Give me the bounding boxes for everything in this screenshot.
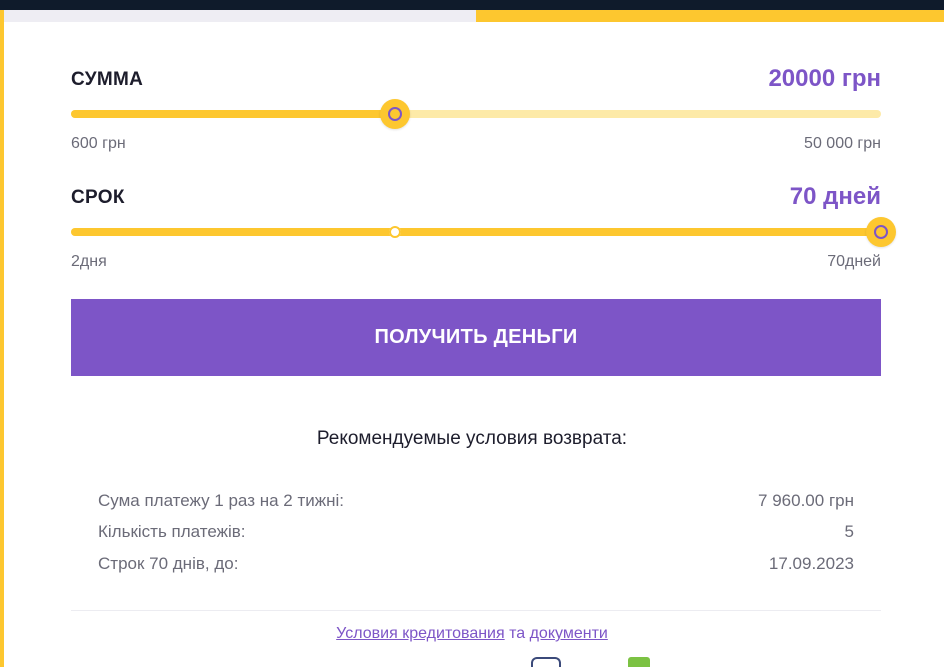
recommended-terms-title: Рекомендуемые условия возврата: [316, 428, 628, 449]
header-strip-left [0, 10, 476, 22]
get-money-button[interactable]: ПОЛУЧИТЬ ДЕНЬГИ [71, 299, 881, 376]
term-row-due-date: Строк 70 днів, до: 17.09.2023 [98, 554, 854, 578]
term-row-key: Сума платежу 1 раз на 2 тижні: [98, 491, 345, 510]
term-row-payment: Сума платежу 1 раз на 2 тижні: 7 960.00 … [98, 491, 854, 515]
term-min-label: 2дня [71, 253, 107, 270]
term-row-key: Кількість платежів: [98, 522, 246, 541]
amount-max-label: 50 000 грн [804, 135, 881, 152]
documents-link[interactable]: документи [530, 625, 608, 642]
term-row-count: Кількість платежів: 5 [98, 522, 854, 546]
credit-terms-link[interactable]: Условия кредитования [336, 625, 504, 642]
amount-slider-thumb[interactable] [380, 99, 410, 129]
amount-slider[interactable] [71, 99, 881, 129]
term-slider[interactable] [71, 217, 896, 247]
term-max-label: 70дней [827, 253, 881, 270]
term-row-value: 17.09.2023 [768, 554, 854, 573]
term-label: СРОК [71, 187, 125, 208]
term-row-key: Строк 70 днів, до: [98, 554, 239, 573]
term-row-value: 5 [844, 522, 854, 541]
footer-divider [71, 610, 881, 611]
amount-value: 20000 грн [768, 65, 881, 92]
term-slider-tick [389, 226, 401, 238]
header-bar [0, 0, 944, 10]
payment-badge-icon [628, 657, 650, 667]
security-badge-icon [531, 657, 561, 667]
footer-connector: та [504, 625, 530, 642]
term-row-value: 7 960.00 грн [758, 491, 854, 510]
term-slider-fill [71, 228, 881, 236]
header-strip-right [476, 10, 944, 22]
term-slider-thumb[interactable] [866, 217, 896, 247]
amount-slider-fill [71, 110, 395, 118]
amount-label: СУММА [71, 69, 144, 90]
footer-links: Условия кредитования та документи [0, 625, 944, 643]
amount-min-label: 600 грн [71, 135, 126, 152]
term-value: 70 дней [789, 183, 881, 210]
